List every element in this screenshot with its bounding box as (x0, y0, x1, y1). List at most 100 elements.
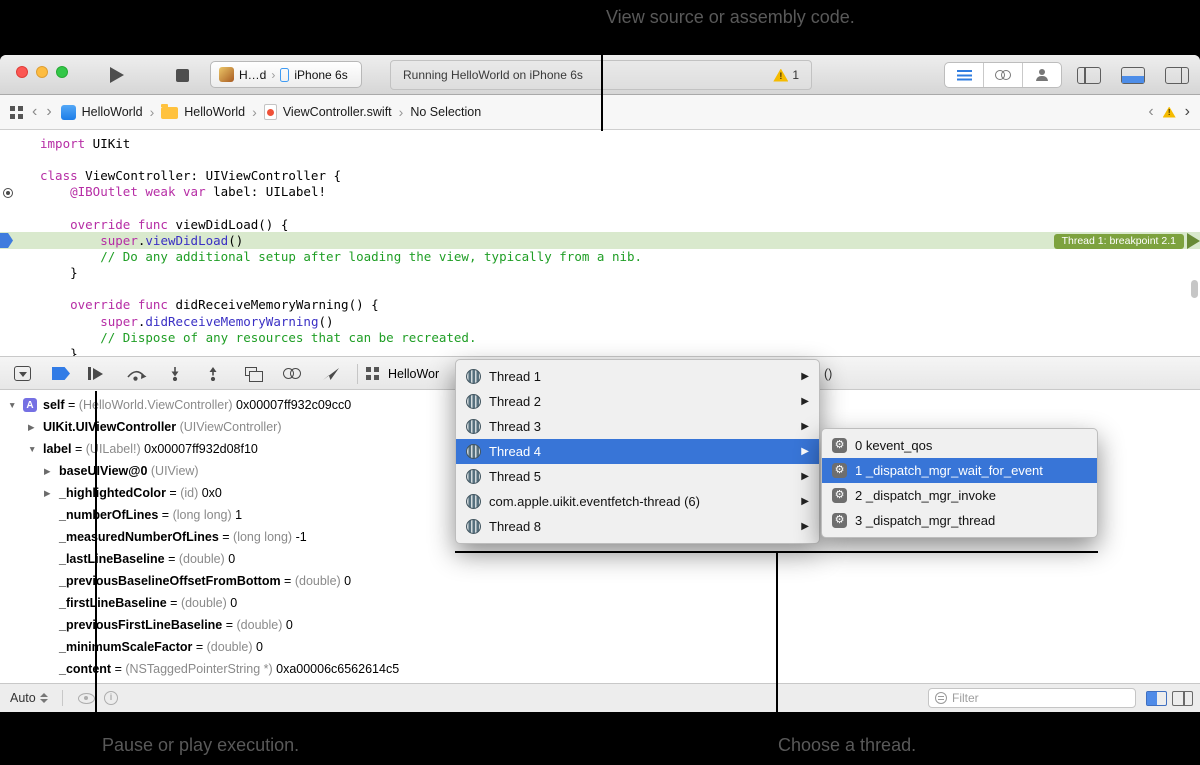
scrollbar-thumb[interactable] (1191, 280, 1198, 298)
breadcrumb-item[interactable]: HelloWorld (61, 105, 143, 120)
breadcrumb-item[interactable]: No Selection (410, 105, 481, 119)
memory-graph-button[interactable] (283, 368, 301, 379)
code-line[interactable] (40, 281, 642, 297)
thread-menu-item[interactable]: Thread 5▶ (456, 464, 819, 489)
thread-menu-item[interactable]: Thread 2▶ (456, 389, 819, 414)
toggle-debug-area-button[interactable] (1121, 67, 1145, 84)
process-jump-bar[interactable]: HelloWor (388, 357, 439, 391)
print-description-icon[interactable]: i (104, 691, 118, 705)
code-line[interactable]: override func viewDidLoad() { (40, 217, 642, 233)
go-forward-button[interactable]: › (46, 104, 51, 120)
breakpoints-toggle-button[interactable] (52, 367, 70, 380)
thread-menu-item[interactable]: com.apple.uikit.eventfetch-thread (6)▶ (456, 489, 819, 514)
variable-row[interactable]: _previousBaselineOffsetFromBottom = (dou… (0, 570, 1200, 592)
next-issue-button[interactable]: › (1185, 104, 1190, 120)
code-line[interactable]: super.viewDidLoad() (40, 233, 642, 249)
breadcrumb-item[interactable]: ViewController.swift (264, 104, 392, 120)
iboutlet-connection-icon[interactable] (3, 188, 13, 198)
scheme-selector[interactable]: H…d › iPhone 6s (210, 61, 362, 88)
variable-type: (double) (181, 596, 227, 610)
variable-row[interactable]: _firstLineBaseline = (double) 0 (0, 592, 1200, 614)
disclosure-triangle-icon[interactable]: ▶ (28, 422, 43, 433)
step-out-button[interactable] (205, 366, 221, 381)
step-into-button[interactable] (167, 366, 183, 381)
disclosure-triangle-icon[interactable]: ▶ (44, 466, 59, 477)
toggle-variables-view-button[interactable] (1146, 691, 1167, 706)
code-line[interactable] (40, 152, 642, 168)
variables-scope-popup[interactable]: Auto (10, 684, 48, 712)
code-token: didReceiveMemoryWarning (145, 314, 318, 329)
variable-row[interactable]: _minimumScaleFactor = (double) 0 (0, 636, 1200, 658)
code-line[interactable]: } (40, 346, 642, 356)
warning-icon[interactable] (1163, 107, 1176, 118)
warning-count: 1 (792, 68, 799, 82)
disclosure-triangle-icon[interactable]: ▼ (28, 444, 43, 454)
stop-button[interactable] (176, 69, 189, 82)
variable-name: _firstLineBaseline (59, 596, 167, 610)
toggle-console-button[interactable] (1172, 691, 1193, 706)
toolbar: H…d › iPhone 6s Running HelloWorld on iP… (0, 55, 1200, 95)
debug-view-hierarchy-button[interactable] (245, 367, 257, 376)
variable-row[interactable]: _content = (NSTaggedPointerString *) 0xa… (0, 658, 1200, 680)
toggle-inspector-button[interactable] (1165, 67, 1189, 84)
variable-name: _lastLineBaseline (59, 552, 165, 566)
stack-frame-menu-item[interactable]: 3 _dispatch_mgr_thread (822, 508, 1097, 533)
variable-type: (NSTaggedPointerString *) (125, 662, 272, 676)
variable-value: 0x0 (198, 486, 222, 500)
go-back-button[interactable]: ‹ (32, 104, 37, 120)
code-editor[interactable]: import UIKit class ViewController: UIVie… (40, 136, 642, 356)
stack-frame-menu-item[interactable]: 0 kevent_qos (822, 433, 1097, 458)
disclosure-triangle-icon[interactable]: ▼ (8, 400, 23, 410)
submenu-arrow-icon: ▶ (801, 371, 809, 382)
filter-field[interactable] (928, 688, 1136, 708)
step-over-button[interactable] (125, 366, 147, 381)
hide-debug-area-button[interactable] (14, 366, 31, 381)
menu-item-label: 3 _dispatch_mgr_thread (855, 513, 1087, 528)
toggle-navigator-button[interactable] (1077, 67, 1101, 84)
chevron-separator-icon: › (271, 68, 275, 82)
assistant-editor-button[interactable] (983, 63, 1022, 87)
breadcrumb-label: HelloWorld (82, 105, 143, 119)
code-line[interactable]: // Do any additional setup after loading… (40, 249, 642, 265)
stack-frame-menu-item[interactable]: 1 _dispatch_mgr_wait_for_event (822, 458, 1097, 483)
version-editor-button[interactable] (1022, 63, 1061, 87)
close-window-button[interactable] (16, 66, 28, 78)
zoom-window-button[interactable] (56, 66, 68, 78)
variable-value: 0 (282, 618, 292, 632)
thread-menu-item[interactable]: Thread 8▶ (456, 514, 819, 539)
caption-view-source: View source or assembly code. (606, 7, 855, 28)
code-token: func (138, 297, 168, 312)
issues-badge[interactable]: 1 (773, 68, 799, 82)
standard-editor-button[interactable] (945, 63, 983, 87)
quick-look-icon[interactable] (78, 693, 95, 704)
code-line[interactable] (40, 201, 642, 217)
thread-menu-item[interactable]: Thread 3▶ (456, 414, 819, 439)
code-line[interactable]: // Dispose of any resources that can be … (40, 330, 642, 346)
variable-value: 1 (232, 508, 242, 522)
disclosure-triangle-icon[interactable]: ▶ (44, 488, 59, 499)
thread-menu-item[interactable]: Thread 4▶ (456, 439, 819, 464)
thread-menu-item[interactable]: Thread 1▶ (456, 364, 819, 389)
code-line[interactable]: @IBOutlet weak var label: UILabel! (40, 184, 642, 200)
related-items-icon[interactable] (10, 106, 23, 119)
breadcrumb-item[interactable]: HelloWorld (161, 105, 245, 119)
run-button[interactable] (110, 67, 124, 83)
stack-frame-menu-item[interactable]: 2 _dispatch_mgr_invoke (822, 483, 1097, 508)
minimize-window-button[interactable] (36, 66, 48, 78)
breakpoint-badge: Thread 1: breakpoint 2.1 (1054, 234, 1184, 249)
filter-input[interactable] (952, 691, 1129, 705)
code-line[interactable]: super.didReceiveMemoryWarning() (40, 314, 642, 330)
jump-bar-method-tail[interactable]: () (824, 357, 832, 391)
variable-row[interactable]: _previousFirstLineBaseline = (double) 0 (0, 614, 1200, 636)
continue-pause-button[interactable] (88, 367, 103, 380)
code-line[interactable]: class ViewController: UIViewController { (40, 168, 642, 184)
simulate-location-button[interactable] (322, 367, 340, 381)
variable-value: 0xa00006c6562614c5 (273, 662, 400, 676)
previous-issue-button[interactable]: ‹ (1148, 104, 1153, 120)
code-line[interactable]: override func didReceiveMemoryWarning() … (40, 297, 642, 313)
breadcrumb: HelloWorld›HelloWorld›ViewController.swi… (61, 104, 482, 120)
code-line[interactable]: } (40, 265, 642, 281)
editor-mode-segmented-control (944, 62, 1062, 88)
code-token (130, 297, 138, 312)
code-line[interactable]: import UIKit (40, 136, 642, 152)
